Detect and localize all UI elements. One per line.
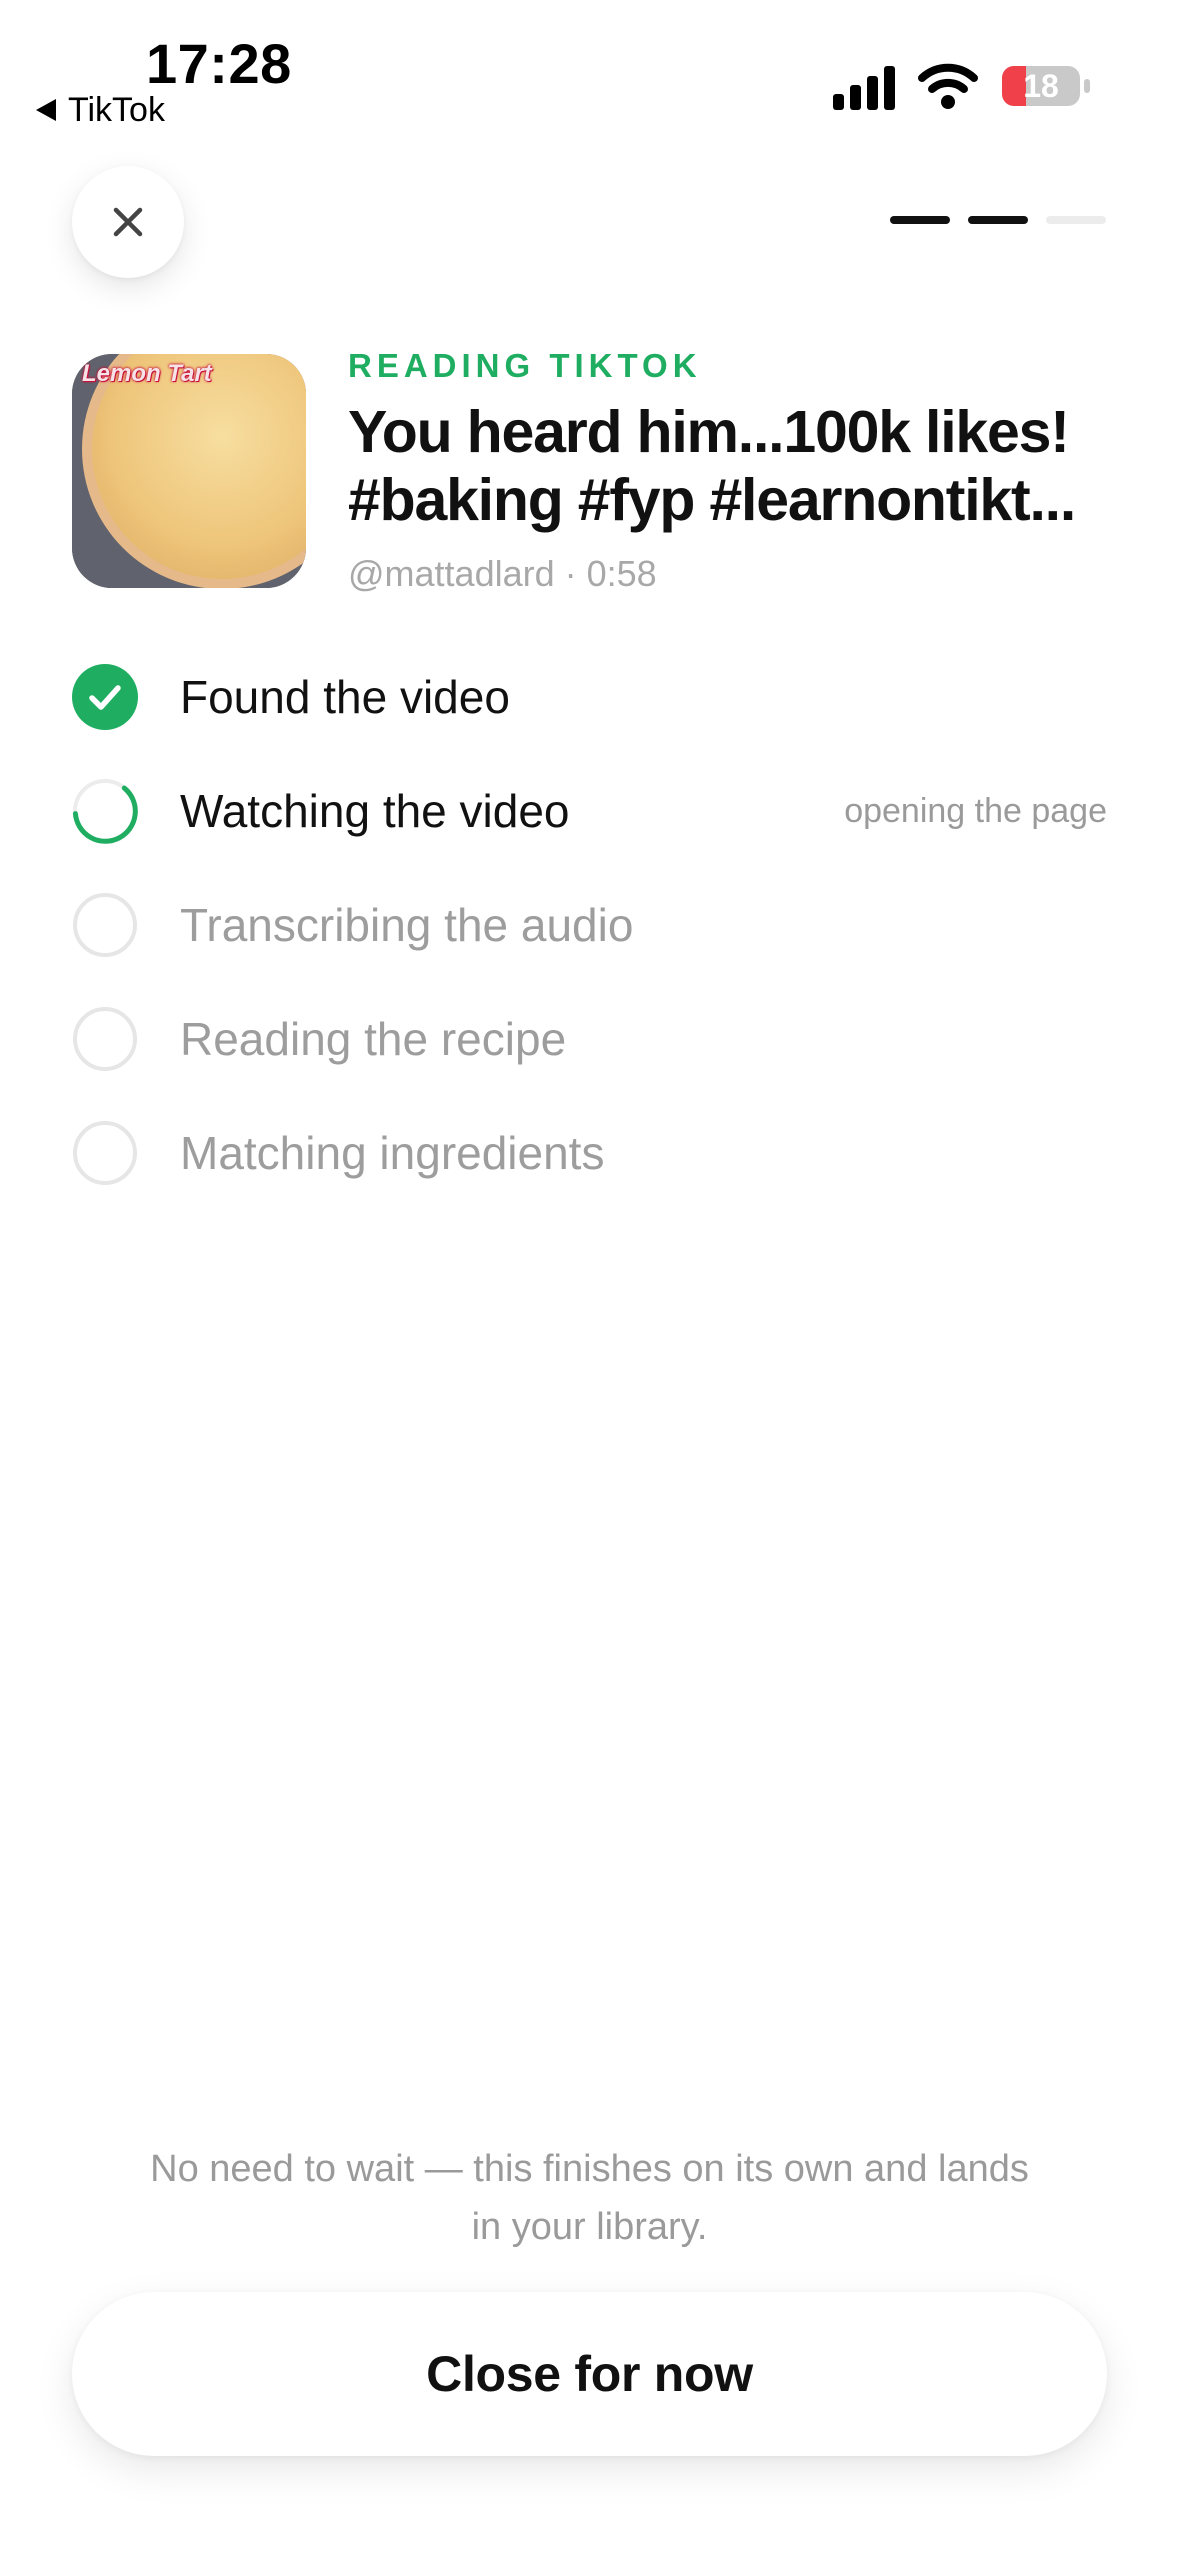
step-found: Found the video [72,664,1107,730]
video-meta: @mattadlard · 0:58 [348,553,657,594]
progress-dash [1046,216,1106,224]
back-to-app-link[interactable]: TikTok [36,90,165,130]
wifi-icon [918,63,978,109]
step-transcribing: Transcribing the audio [72,892,1107,958]
battery-level: 18 [1023,68,1059,104]
battery-icon: 18 [1000,62,1092,110]
step-watching: Watching the video opening the page [72,778,1107,844]
back-triangle-icon [36,99,56,121]
step-label: Watching the video [180,785,570,837]
check-circle-icon [72,664,138,730]
progress-dash [968,216,1028,224]
back-app-label: TikTok [68,91,165,129]
video-title: You heard him...100k likes! #baking #fyp… [348,398,1108,534]
empty-circle-icon [72,1006,138,1072]
footer-note: No need to wait — this finishes on its o… [72,2140,1107,2256]
video-thumbnail: Lemon Tart [72,354,306,588]
step-label: Transcribing the audio [180,899,634,951]
progress-dashes [890,216,1106,224]
spinner-icon [72,778,138,844]
video-title-line: #baking #fyp #learnontikt... [348,467,1076,533]
empty-circle-icon [72,892,138,958]
close-for-now-button[interactable]: Close for now [72,2292,1107,2456]
step-label: Matching ingredients [180,1127,605,1179]
step-reading: Reading the recipe [72,1006,1107,1072]
status-time: 17:28 [146,32,292,95]
footer-note-line: in your library. [471,2206,708,2248]
step-label: Found the video [180,671,510,723]
signal-icon [833,66,895,110]
progress-dash [890,216,950,224]
step-matching: Matching ingredients [72,1120,1107,1186]
empty-circle-icon [72,1120,138,1186]
eyebrow-label: READING TIKTOK [348,347,702,384]
step-status-text: opening the page [844,791,1107,830]
thumbnail-caption: Lemon Tart [82,360,212,387]
close-icon [113,207,143,237]
footer-note-line: No need to wait — this finishes on its o… [150,2148,1029,2190]
step-label: Reading the recipe [180,1013,567,1065]
video-title-line: You heard him...100k likes! [348,399,1070,465]
close-button[interactable] [72,166,184,278]
